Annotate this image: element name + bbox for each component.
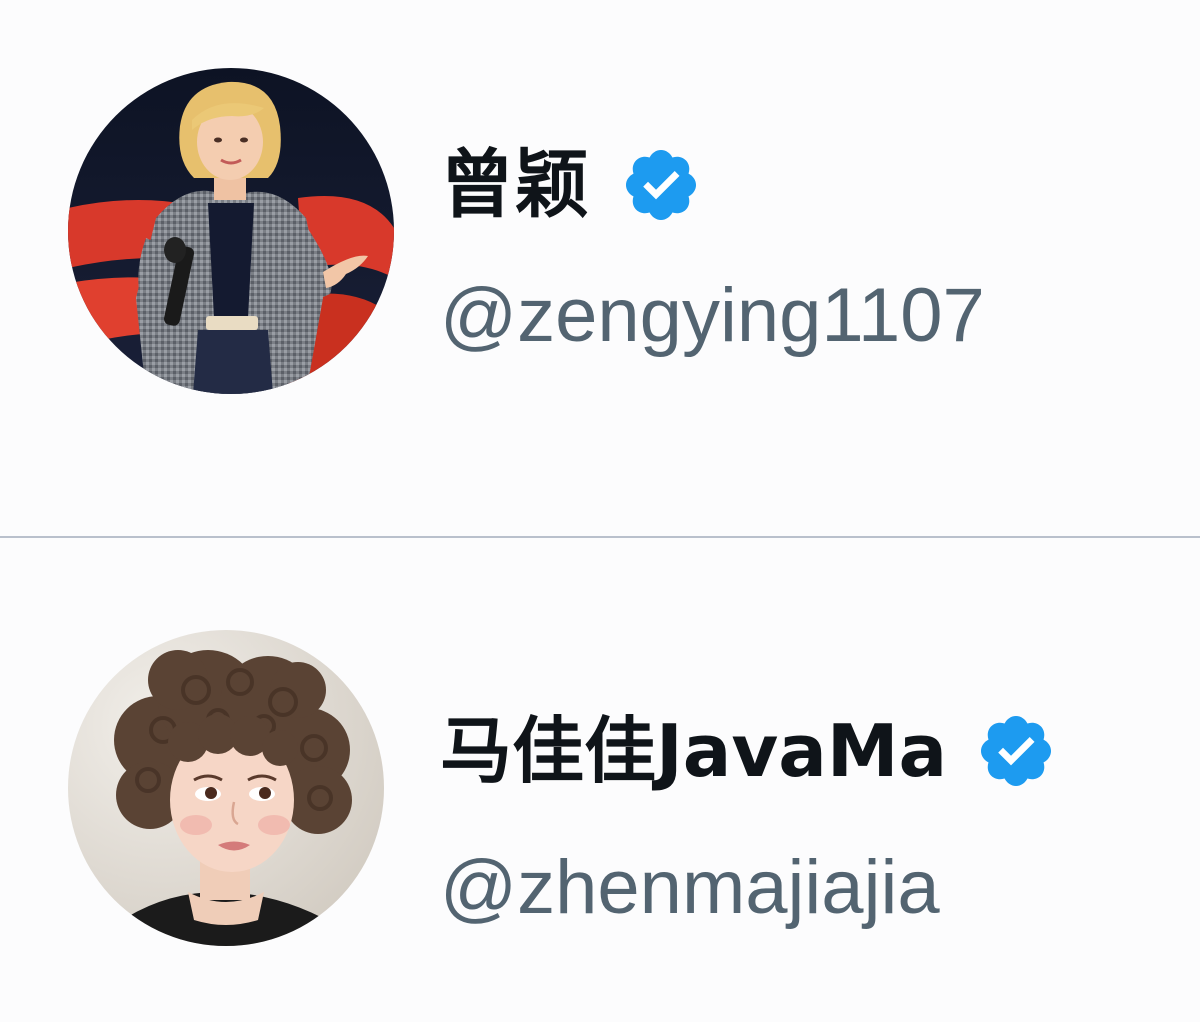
display-name[interactable]: 曾颖: [440, 148, 590, 222]
verified-badge-icon: [620, 144, 702, 226]
name-row: 曾颖: [440, 135, 702, 235]
profile-card: 马佳佳JavaMa @zhenmajiajia: [0, 538, 1200, 1022]
profile-comparison-page: 曾颖 @zengying1107 马佳佳JavaMa @zhenmajiajia: [0, 0, 1200, 1022]
display-name[interactable]: 马佳佳JavaMa: [440, 715, 947, 787]
avatar[interactable]: [68, 68, 394, 394]
profile-card: 曾颖 @zengying1107: [0, 0, 1200, 536]
avatar-image: [68, 68, 394, 394]
name-row: 马佳佳JavaMa: [440, 701, 1057, 801]
verified-badge-icon: [975, 710, 1057, 792]
user-handle[interactable]: @zengying1107: [440, 278, 985, 354]
avatar-image: [68, 630, 384, 946]
user-handle[interactable]: @zhenmajiajia: [440, 850, 940, 926]
avatar[interactable]: [68, 630, 384, 946]
